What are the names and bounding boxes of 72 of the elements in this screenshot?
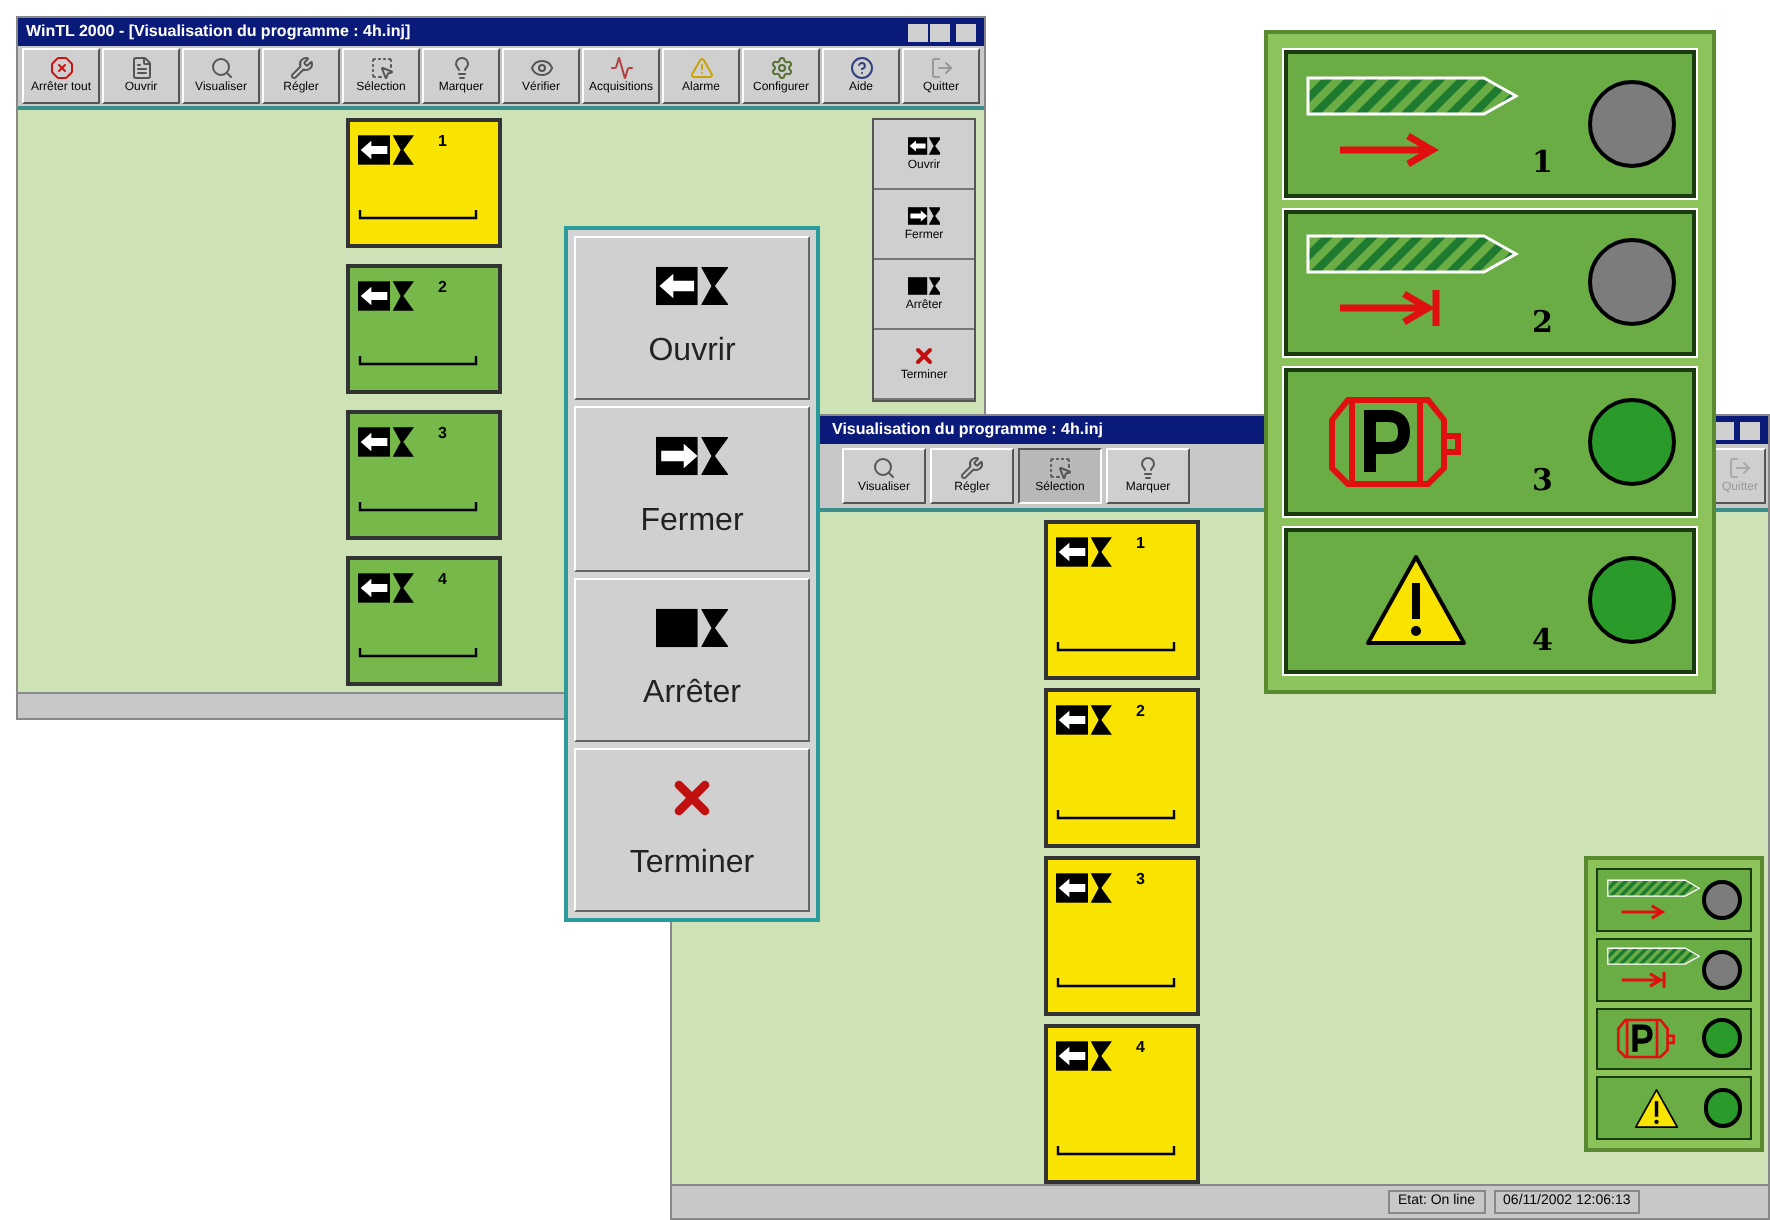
wrench-icon	[960, 456, 984, 480]
close-button[interactable]	[1740, 421, 1760, 439]
valve-icon	[358, 130, 414, 170]
menu-button[interactable]: Terminer	[574, 747, 810, 912]
row-number: 4	[1532, 619, 1553, 661]
row-number: 1	[1532, 142, 1553, 184]
valve-icon	[907, 134, 941, 158]
valve-icon	[1056, 700, 1112, 740]
travel-arrow-drawing	[1606, 877, 1703, 923]
maximize-button[interactable]	[1714, 421, 1734, 439]
valve-icon	[358, 276, 414, 316]
close-button[interactable]	[956, 23, 976, 41]
exit-icon	[1728, 456, 1752, 480]
program-card[interactable]: 1	[346, 118, 502, 248]
document-icon	[129, 56, 153, 80]
wrench-icon	[289, 56, 313, 80]
program-number: 4	[438, 568, 447, 592]
scale-line-drawing	[1056, 978, 1176, 988]
scale-line-drawing	[358, 356, 478, 366]
exit-icon	[929, 56, 953, 80]
valve-icon	[907, 274, 941, 298]
search-icon	[872, 456, 896, 480]
menu-button[interactable]: Ouvrir	[574, 236, 810, 401]
scale-line-drawing	[358, 210, 478, 220]
program-number: 3	[438, 422, 447, 446]
program-number: 1	[438, 130, 447, 154]
bulb-icon	[449, 56, 473, 80]
selection-icon	[1048, 456, 1072, 480]
row-number: 3	[1532, 460, 1553, 502]
scale-line-drawing	[358, 502, 478, 512]
program-card[interactable]: 4	[346, 556, 502, 686]
search-icon	[209, 56, 233, 80]
warning-drawing	[1364, 550, 1468, 651]
valve-icon	[1056, 1036, 1112, 1076]
window-title: WinTL 2000 - [Visualisation du programme : 4h.inj]	[26, 20, 411, 44]
program-card[interactable]: 2	[1044, 688, 1200, 848]
scale-line-drawing	[1056, 1146, 1176, 1156]
eye-icon	[529, 56, 553, 80]
valve-icon	[907, 204, 941, 228]
valve-icon	[358, 568, 414, 608]
program-number: 2	[1136, 700, 1145, 724]
program-card[interactable]: 4	[1044, 1024, 1200, 1184]
warning-drawing	[1633, 1085, 1679, 1131]
row-number: 2	[1532, 301, 1553, 343]
program-number: 1	[1136, 532, 1145, 556]
selection-icon	[369, 56, 393, 80]
valve-icon	[358, 422, 414, 462]
scale-line-drawing	[358, 648, 478, 658]
cross-icon	[912, 344, 936, 368]
wave-icon	[609, 56, 633, 80]
menu-button[interactable]: Arrêter	[574, 577, 810, 742]
scale-line-drawing	[1056, 642, 1176, 652]
window-title: Visualisation du programme : 4h.inj	[832, 418, 1103, 442]
help-icon	[849, 56, 873, 80]
minimize-button[interactable]	[908, 23, 928, 41]
stop-arrow-drawing	[1606, 946, 1703, 992]
valve-icon	[1056, 868, 1112, 908]
stop-sign-icon	[49, 56, 73, 80]
program-number: 2	[438, 276, 447, 300]
scale-line-drawing	[1056, 810, 1176, 820]
program-card[interactable]: 3	[346, 410, 502, 540]
warning-icon	[689, 56, 713, 80]
program-number: 4	[1136, 1036, 1145, 1060]
program-card[interactable]: 2	[346, 264, 502, 394]
maximize-button[interactable]	[930, 23, 950, 41]
valve-icon	[1056, 532, 1112, 572]
program-card[interactable]: 1	[1044, 520, 1200, 680]
bulb-icon	[1136, 456, 1160, 480]
program-card[interactable]: 3	[1044, 856, 1200, 1016]
program-number: 3	[1136, 868, 1145, 892]
menu-button[interactable]: Fermer	[574, 406, 810, 571]
settings-icon	[769, 56, 793, 80]
